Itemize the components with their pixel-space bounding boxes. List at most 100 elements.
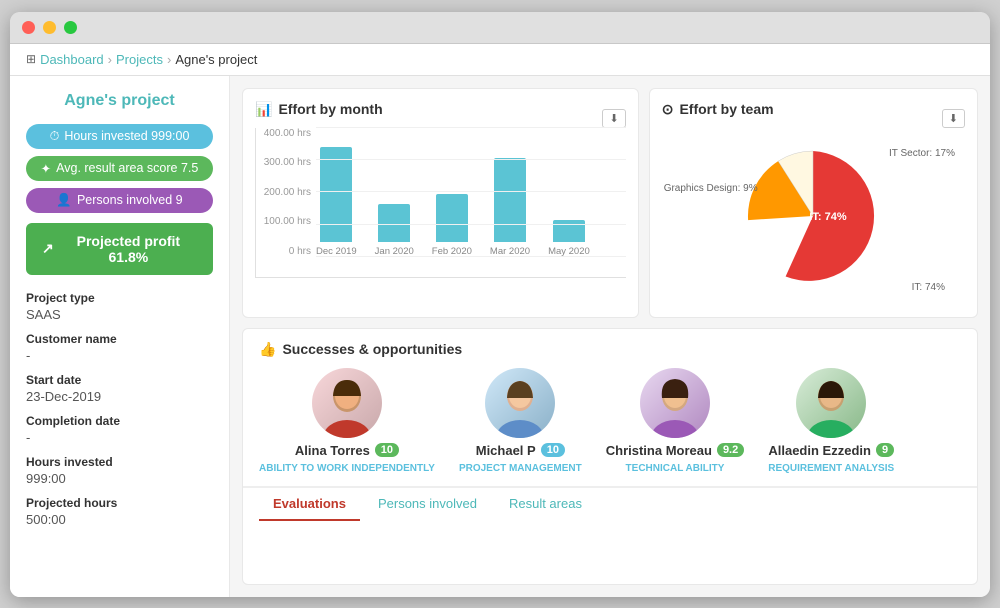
breadcrumb-sep2: ›: [167, 52, 171, 67]
bar-jan2020: Jan 2020: [375, 204, 414, 257]
legend-it: IT: 74%: [912, 282, 945, 293]
alina-name: Alina Torres: [295, 443, 370, 458]
effort-by-team-card: ⊙ Effort by team ⬇: [649, 88, 978, 318]
projected-hours-value: 500:00: [26, 512, 213, 527]
person-card-allaedin: Allaedin Ezzedin 9 REQUIREMENT ANALYSIS: [768, 368, 894, 474]
grid-line-300: [316, 159, 626, 160]
persons-involved-badge: 👤 Persons involved 9: [26, 188, 213, 213]
trend-up-icon: ↗: [42, 240, 54, 257]
pie-chart-area: IT: 74% IT Sector: 17% Graphics Design: …: [662, 128, 965, 305]
hours-invested-info-label: Hours invested: [26, 455, 213, 469]
allaedin-name: Allaedin Ezzedin: [768, 443, 871, 458]
sidebar: Agne's project ⏱ Hours invested 999:00 ✦…: [10, 76, 230, 597]
bar-chart-icon: 📊: [255, 101, 272, 118]
projected-hours-label: Projected hours: [26, 496, 213, 510]
christina-name: Christina Moreau: [606, 443, 712, 458]
projected-profit-card: ↗ Projected profit 61.8%: [26, 223, 213, 275]
allaedin-score: 9: [876, 443, 894, 457]
completion-date-value: -: [26, 430, 213, 445]
completion-date-label: Completion date: [26, 414, 213, 428]
bar-chart-area: 0 hrs 100.00 hrs 200.00 hrs 300.00 hrs 4…: [255, 128, 626, 305]
person-name-christina: Christina Moreau 9.2: [606, 443, 744, 458]
project-type-value: SAAS: [26, 307, 213, 322]
breadcrumb-dashboard[interactable]: Dashboard: [40, 52, 104, 67]
michael-skill: PROJECT MANAGEMENT: [459, 463, 582, 474]
right-content: 📊 Effort by month ⬇ 0 hrs 100.00 hrs 200…: [230, 76, 990, 597]
hours-invested-badge: ⏱ Hours invested 999:00: [26, 124, 213, 149]
pie-chart-svg: IT: 74%: [713, 136, 913, 296]
close-button[interactable]: [22, 21, 35, 34]
allaedin-skill: REQUIREMENT ANALYSIS: [768, 463, 894, 474]
breadcrumb-current: Agne's project: [175, 52, 257, 67]
y-label-100: 100.00 hrs: [256, 216, 311, 227]
tab-result-areas[interactable]: Result areas: [495, 488, 596, 521]
avg-result-badge: ✦ Avg. result area score 7.5: [26, 156, 213, 181]
y-label-300: 300.00 hrs: [256, 157, 311, 168]
app-window: ⊞ Dashboard › Projects › Agne's project …: [10, 12, 990, 597]
grid-line-0: [316, 256, 626, 257]
effort-by-team-title: ⊙ Effort by team: [662, 101, 774, 118]
hours-invested-label: Hours invested 999:00: [64, 129, 189, 143]
download-effort-button[interactable]: ⬇: [602, 109, 625, 128]
persons-row: Alina Torres 10 ABILITY TO WORK INDEPEND…: [259, 368, 961, 474]
grid-line-200: [316, 191, 626, 192]
avg-result-label: Avg. result area score 7.5: [56, 161, 198, 175]
customer-name-label: Customer name: [26, 332, 213, 346]
michael-name: Michael P: [476, 443, 536, 458]
person-card-alina: Alina Torres 10 ABILITY TO WORK INDEPEND…: [259, 368, 435, 474]
avatar-allaedin: [796, 368, 866, 438]
alina-score: 10: [375, 443, 399, 457]
hours-invested-info-value: 999:00: [26, 471, 213, 486]
avatar-alina: [312, 368, 382, 438]
bar-jan2020-rect: [378, 204, 410, 242]
legend-graphics: Graphics Design: 9%: [664, 183, 758, 194]
bar-dec2019-rect: [320, 147, 352, 242]
titlebar: [10, 12, 990, 44]
minimize-button[interactable]: [43, 21, 56, 34]
y-axis-labels: 0 hrs 100.00 hrs 200.00 hrs 300.00 hrs 4…: [256, 128, 311, 277]
person-name-alina: Alina Torres 10: [295, 443, 399, 458]
christina-skill: TECHNICAL ABILITY: [626, 463, 725, 474]
tab-evaluations[interactable]: Evaluations: [259, 488, 360, 521]
top-charts: 📊 Effort by month ⬇ 0 hrs 100.00 hrs 200…: [242, 88, 978, 318]
michael-score: 10: [541, 443, 565, 457]
grid-line-100: [316, 224, 626, 225]
projected-profit-label: Projected profit 61.8%: [60, 233, 197, 265]
main-content: Agne's project ⏱ Hours invested 999:00 ✦…: [10, 76, 990, 597]
project-title: Agne's project: [26, 92, 213, 110]
bar-dec2019: Dec 2019: [316, 147, 357, 257]
bar-mar2020: Mar 2020: [490, 158, 530, 257]
breadcrumb: ⊞ Dashboard › Projects › Agne's project: [10, 44, 990, 76]
tab-persons-involved[interactable]: Persons involved: [364, 488, 491, 521]
y-label-400: 400.00 hrs: [256, 128, 311, 139]
avatar-christina: [640, 368, 710, 438]
person-name-michael: Michael P 10: [476, 443, 565, 458]
download-team-button[interactable]: ⬇: [942, 109, 965, 128]
star-icon: ✦: [41, 161, 51, 176]
grid-line-400: [316, 127, 626, 128]
legend-it-sector: IT Sector: 17%: [889, 148, 955, 159]
alina-skill: ABILITY TO WORK INDEPENDENTLY: [259, 463, 435, 474]
pie-icon: ⊙: [662, 101, 674, 118]
breadcrumb-projects[interactable]: Projects: [116, 52, 163, 67]
bar-feb2020: Feb 2020: [432, 194, 472, 257]
person-card-michael: Michael P 10 PROJECT MANAGEMENT: [459, 368, 582, 474]
person-name-allaedin: Allaedin Ezzedin 9: [768, 443, 894, 458]
customer-name-value: -: [26, 348, 213, 363]
fullscreen-button[interactable]: [64, 21, 77, 34]
thumbs-up-icon: 👍: [259, 341, 276, 358]
pie-center-label: IT: 74%: [810, 211, 848, 223]
y-label-200: 200.00 hrs: [256, 187, 311, 198]
bottom-area: 👍 Successes & opportunities Alina Torres…: [242, 328, 978, 585]
start-date-label: Start date: [26, 373, 213, 387]
bar-chart: 0 hrs 100.00 hrs 200.00 hrs 300.00 hrs 4…: [255, 128, 626, 278]
project-info: Project type SAAS Customer name - Start …: [26, 291, 213, 527]
tabs-bar: Evaluations Persons involved Result area…: [243, 487, 977, 520]
persons-involved-label: Persons involved 9: [77, 193, 183, 207]
y-label-0: 0 hrs: [256, 246, 311, 257]
avatar-michael: [485, 368, 555, 438]
successes-title: 👍 Successes & opportunities: [259, 341, 961, 358]
breadcrumb-sep1: ›: [108, 52, 112, 67]
bar-mar2020-rect: [494, 158, 526, 242]
bar-may2020: May 2020: [548, 220, 590, 257]
